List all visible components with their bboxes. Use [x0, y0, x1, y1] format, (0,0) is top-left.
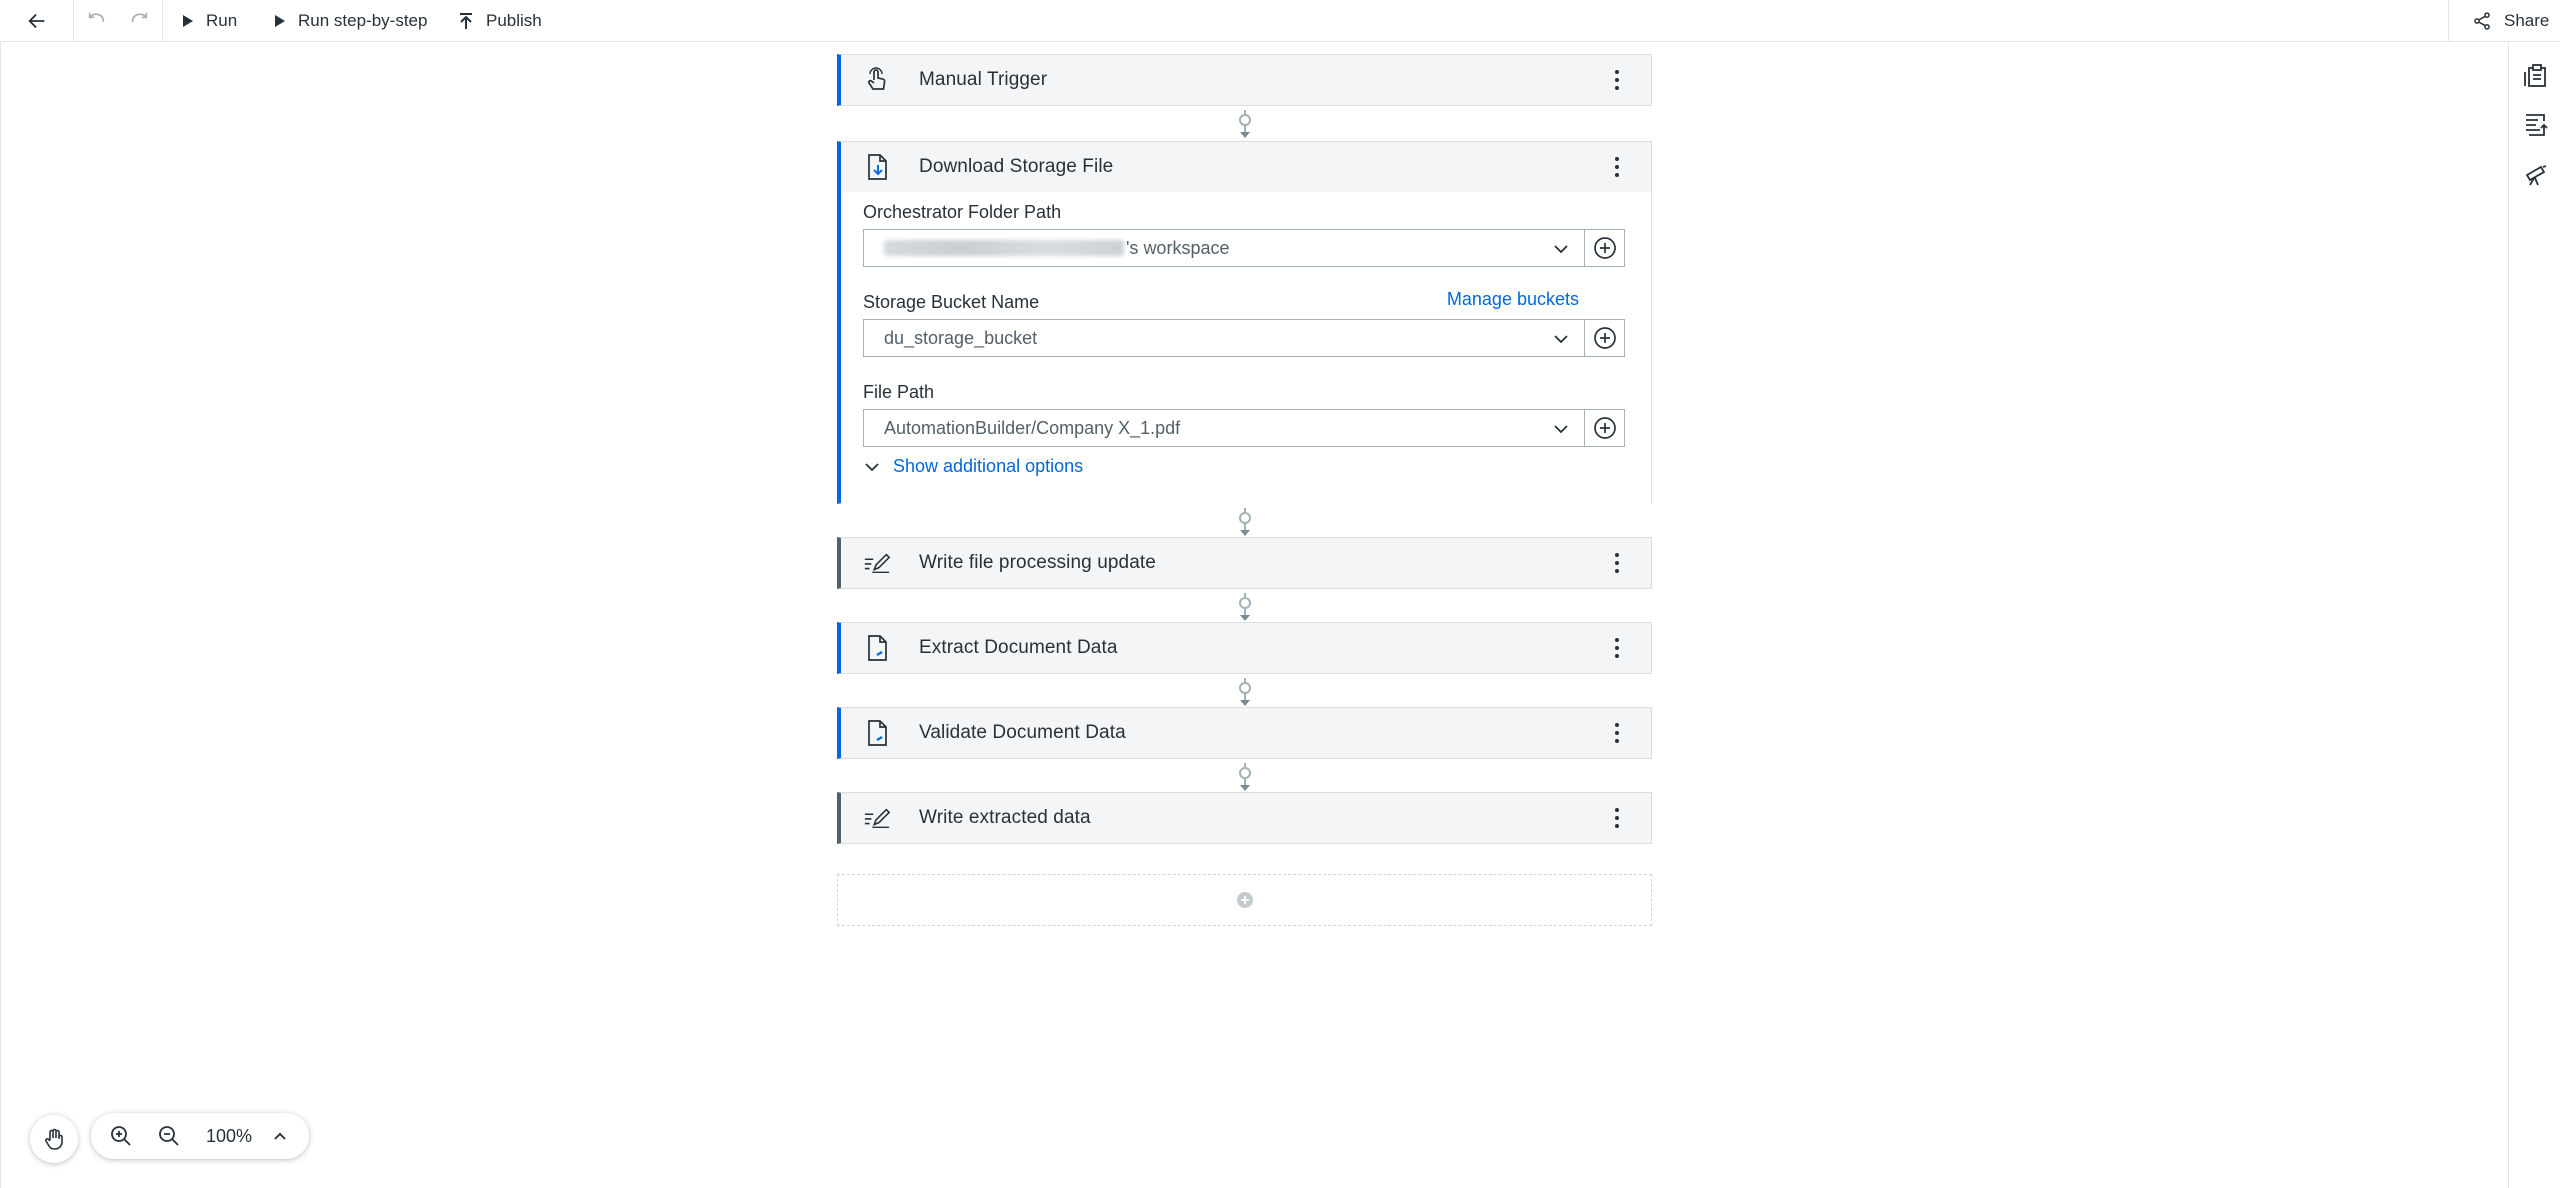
- redacted-email: [884, 240, 1124, 256]
- write-icon: [863, 804, 891, 832]
- back-button[interactable]: [26, 0, 48, 41]
- add-expression-button[interactable]: [1585, 409, 1625, 447]
- top-toolbar: Run Run step-by-step Publish Share: [0, 0, 2560, 42]
- pan-tool-button[interactable]: [30, 1115, 78, 1163]
- telescope-icon[interactable]: [2522, 160, 2550, 188]
- connector-arrow-icon: [1239, 110, 1251, 138]
- file-path-value: AutomationBuilder/Company X_1.pdf: [884, 417, 1181, 438]
- step-manual-trigger[interactable]: Manual Trigger: [837, 54, 1652, 106]
- zoom-menu-button[interactable]: [263, 1113, 297, 1159]
- add-expression-button[interactable]: [1585, 319, 1625, 357]
- run-step-label: Run step-by-step: [298, 10, 428, 30]
- add-step-slot[interactable]: [837, 874, 1652, 926]
- more-options-icon[interactable]: [1605, 67, 1629, 93]
- connector-arrow-icon: [1239, 763, 1251, 791]
- variables-list-icon[interactable]: [2522, 110, 2550, 138]
- arrow-left-icon: [28, 13, 45, 28]
- plus-circle-icon: [1236, 892, 1253, 908]
- step-title: Write extracted data: [919, 807, 1091, 828]
- plus-circle-icon: [1593, 417, 1616, 439]
- step-validate-document-data[interactable]: Validate Document Data: [837, 707, 1652, 759]
- step-config-form: Orchestrator Folder Path 's workspace St…: [841, 192, 1651, 505]
- chevron-down-icon: [865, 462, 879, 471]
- zoom-controls: 100%: [91, 1113, 309, 1159]
- plus-circle-icon: [1593, 327, 1616, 349]
- folder-path-select[interactable]: 's workspace: [863, 229, 1585, 267]
- more-options-icon[interactable]: [1605, 154, 1629, 180]
- write-icon: [863, 549, 891, 577]
- share-button[interactable]: Share: [2472, 0, 2549, 41]
- document-icon: [863, 719, 891, 747]
- clipboard-icon[interactable]: [2522, 62, 2550, 90]
- share-icon: [2474, 11, 2490, 30]
- connector-arrow-icon: [1239, 678, 1251, 706]
- run-step-by-step-button[interactable]: Run step-by-step: [274, 0, 427, 41]
- step-write-extracted-data[interactable]: Write extracted data: [837, 792, 1652, 844]
- publish-label: Publish: [486, 10, 542, 30]
- hand-icon: [45, 1128, 63, 1150]
- step-title: Validate Document Data: [919, 722, 1126, 743]
- publish-button[interactable]: Publish: [458, 0, 542, 41]
- folder-path-value: 's workspace: [1126, 237, 1230, 258]
- more-options-icon[interactable]: [1605, 635, 1629, 661]
- document-icon: [863, 634, 891, 662]
- run-button[interactable]: Run: [182, 0, 237, 41]
- step-title: Manual Trigger: [919, 69, 1048, 90]
- more-options-icon[interactable]: [1605, 805, 1629, 831]
- undo-icon: [88, 12, 105, 22]
- redo-icon: [131, 12, 148, 22]
- play-icon: [275, 14, 285, 27]
- step-write-file-processing-update[interactable]: Write file processing update: [837, 537, 1652, 589]
- chevron-down-icon: [1554, 335, 1568, 344]
- manage-buckets-link[interactable]: Manage buckets: [1447, 289, 1579, 310]
- chevron-up-icon: [274, 1132, 286, 1140]
- show-more-label: Show additional options: [893, 456, 1084, 476]
- redo-button[interactable]: [128, 0, 150, 41]
- run-label: Run: [206, 10, 238, 30]
- undo-button[interactable]: [86, 0, 108, 41]
- zoom-out-button[interactable]: [149, 1113, 189, 1159]
- connector-arrow-icon: [1239, 508, 1251, 536]
- step-title: Extract Document Data: [919, 637, 1118, 658]
- step-download-storage-file[interactable]: Download Storage File Orchestrator Folde…: [837, 141, 1652, 505]
- zoom-in-icon: [111, 1126, 131, 1146]
- more-options-icon[interactable]: [1605, 550, 1629, 576]
- chevron-down-icon: [1554, 245, 1568, 254]
- step-extract-document-data[interactable]: Extract Document Data: [837, 622, 1652, 674]
- bucket-name-label: Storage Bucket Name: [863, 292, 1040, 312]
- add-expression-button[interactable]: [1585, 229, 1625, 267]
- zoom-in-button[interactable]: [101, 1113, 141, 1159]
- show-additional-options-button[interactable]: Show additional options: [863, 456, 1083, 477]
- chevron-down-icon: [1554, 425, 1568, 434]
- bucket-name-value: du_storage_bucket: [884, 327, 1038, 348]
- connector-arrow-icon: [1239, 593, 1251, 621]
- zoom-out-icon: [159, 1126, 179, 1146]
- file-path-select[interactable]: AutomationBuilder/Company X_1.pdf: [863, 409, 1585, 447]
- share-label: Share: [2504, 10, 2550, 30]
- more-options-icon[interactable]: [1605, 720, 1629, 746]
- file-download-icon: [863, 153, 891, 181]
- play-icon: [183, 14, 193, 27]
- step-title: Download Storage File: [919, 156, 1114, 177]
- right-panel-rail: [2508, 42, 2560, 1188]
- file-path-label: File Path: [863, 382, 935, 402]
- bucket-name-select[interactable]: du_storage_bucket: [863, 319, 1585, 357]
- hand-pointer-icon: [863, 66, 891, 94]
- folder-path-label: Orchestrator Folder Path: [863, 202, 1062, 222]
- plus-circle-icon: [1593, 237, 1616, 259]
- publish-icon: [460, 12, 472, 29]
- step-title: Write file processing update: [919, 552, 1156, 573]
- zoom-level[interactable]: 100%: [199, 1113, 259, 1159]
